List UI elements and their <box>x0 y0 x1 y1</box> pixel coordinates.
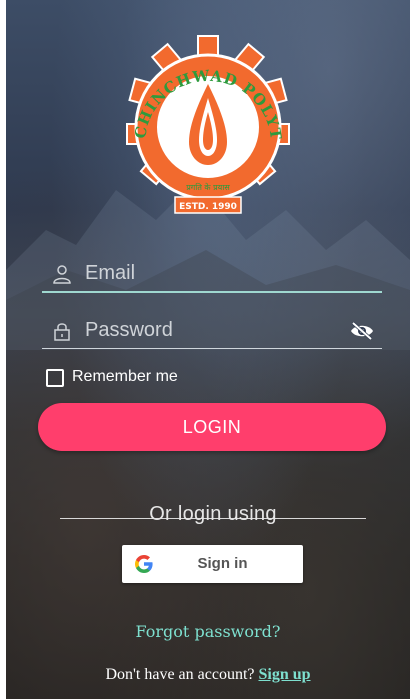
remember-me-label: Remember me <box>72 368 178 385</box>
password-placeholder: Password <box>85 319 173 341</box>
sign-up-link[interactable]: Sign up <box>259 666 311 683</box>
login-button[interactable]: LOGIN <box>38 403 386 451</box>
logo-estd: ESTD. 1990 <box>179 202 237 212</box>
no-account-text: Don't have an account? <box>105 666 259 683</box>
google-sign-in-label: Sign in <box>197 555 248 572</box>
or-login-using-text: Or login using <box>149 503 277 525</box>
google-g-icon <box>135 555 153 573</box>
remember-me-checkbox[interactable] <box>46 369 64 387</box>
email-placeholder: Email <box>85 262 136 284</box>
forgot-password-link[interactable]: Forgot password? <box>0 622 416 641</box>
login-screen: PIMPRI CHINCHWAD POLYTECHNIC प्रगति के प… <box>0 0 416 699</box>
logo-motto: प्रगति के प्रयास <box>186 182 230 192</box>
email-input[interactable]: Email <box>42 257 382 293</box>
college-logo: PIMPRI CHINCHWAD POLYTECHNIC प्रगति के प… <box>103 32 290 214</box>
google-sign-in-button[interactable]: Sign in <box>122 545 303 583</box>
or-divider: Or login using <box>60 503 366 529</box>
signup-row: Don't have an account? Sign up <box>0 666 416 684</box>
user-icon <box>53 265 71 284</box>
eye-off-icon[interactable] <box>350 321 374 341</box>
lock-icon <box>54 323 70 341</box>
password-input[interactable]: Password <box>42 314 382 349</box>
